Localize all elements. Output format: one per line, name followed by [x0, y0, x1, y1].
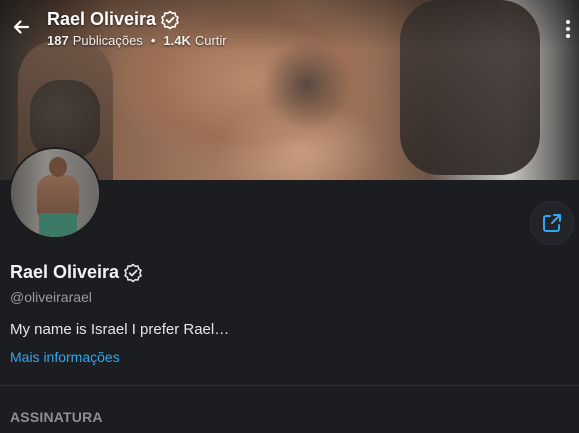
avatar-person-body	[37, 175, 79, 217]
profile-handle: @oliveirarael	[10, 289, 92, 305]
share-icon	[543, 214, 561, 232]
verified-badge-icon	[123, 263, 143, 283]
posts-label: Publicações	[72, 33, 143, 48]
header-stats: 187 Publicações • 1.4K Curtir	[47, 33, 227, 48]
stats-separator: •	[150, 33, 156, 48]
more-vertical-icon-dot	[566, 27, 570, 31]
profile-name: Rael Oliveira	[10, 262, 120, 282]
share-button[interactable]	[530, 201, 574, 245]
avatar-person-head	[49, 157, 67, 177]
arrow-left-icon	[13, 20, 30, 34]
profile-bio: My name is Israel I prefer Rael…	[10, 321, 230, 338]
posts-count: 187	[47, 33, 69, 48]
verified-badge-icon	[160, 10, 180, 30]
back-button[interactable]	[8, 14, 34, 40]
more-vertical-icon-dot	[566, 34, 570, 38]
profile-name-row: Rael Oliveira	[10, 262, 143, 283]
avatar[interactable]	[9, 147, 101, 239]
avatar-person-shorts	[39, 213, 77, 237]
section-divider	[0, 385, 579, 386]
likes-label: Curtir	[194, 33, 227, 48]
subscription-section-title: ASSINATURA	[10, 409, 103, 425]
top-bar: Rael Oliveira 187 Publicações • 1.4K Cur…	[0, 0, 579, 56]
more-vertical-icon-dot	[566, 20, 570, 24]
header-title-row: Rael Oliveira	[47, 9, 180, 30]
header-title: Rael Oliveira	[47, 9, 157, 29]
likes-count: 1.4K	[163, 33, 191, 48]
more-info-link[interactable]: Mais informações	[10, 349, 120, 365]
more-options-button[interactable]	[560, 16, 576, 42]
